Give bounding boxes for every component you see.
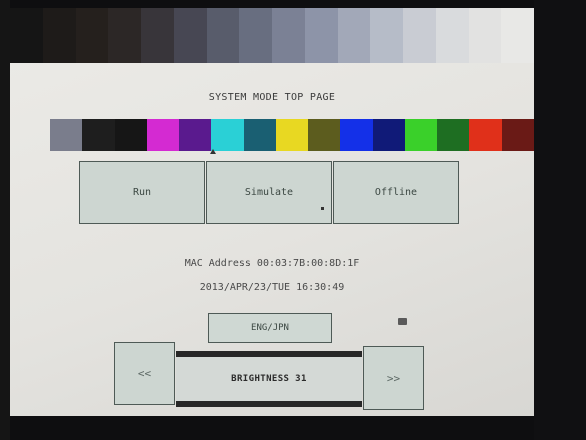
- color-test-bar: [50, 119, 534, 151]
- gray-ramp-cell: [42, 8, 76, 63]
- gray-ramp-cell: [108, 8, 141, 63]
- gray-ramp-cell: [272, 8, 305, 63]
- gray-ramp-cell: [10, 8, 43, 63]
- color-swatch: [308, 119, 341, 151]
- color-swatch: [275, 119, 309, 151]
- gray-ramp-cell: [501, 8, 534, 63]
- brightness-panel: BRIGHTNESS 31: [176, 351, 362, 407]
- color-swatch: [50, 119, 83, 151]
- gray-ramp-test-strip: [10, 8, 534, 63]
- brightness-label: BRIGHTNESS 31: [231, 374, 307, 384]
- color-swatch: [243, 119, 276, 151]
- offline-button[interactable]: Offline: [333, 161, 459, 224]
- gray-ramp-cell: [468, 8, 502, 63]
- gray-ramp-cell: [403, 8, 436, 63]
- brightness-increase-button[interactable]: >>: [363, 346, 424, 410]
- gray-ramp-cell: [370, 8, 403, 63]
- hmi-screen: SYSTEM MODE TOP PAGE Run Simulate Offlin…: [10, 8, 534, 416]
- language-toggle-button[interactable]: ENG/JPN: [208, 313, 332, 343]
- gray-ramp-cell: [239, 8, 272, 63]
- color-swatch: [211, 119, 244, 151]
- gray-ramp-cell: [206, 8, 240, 63]
- monitor-bezel-right: [534, 0, 586, 440]
- gray-ramp-cell: [435, 8, 469, 63]
- mode-button-group: Run Simulate Offline: [79, 161, 460, 224]
- color-swatch: [469, 119, 502, 151]
- color-swatch: [146, 119, 180, 151]
- color-swatch: [404, 119, 438, 151]
- mac-address: MAC Address 00:03:7B:00:8D:1F: [184, 258, 360, 269]
- status-indicator: [398, 318, 407, 325]
- cursor-dot: [321, 207, 324, 210]
- gray-ramp-cell: [304, 8, 338, 63]
- color-swatch: [501, 119, 534, 151]
- color-swatch: [437, 119, 470, 151]
- gray-ramp-cell: [173, 8, 207, 63]
- cursor-marker: [210, 149, 216, 154]
- gray-ramp-cell: [337, 8, 371, 63]
- monitor-bezel-left: [0, 0, 10, 440]
- color-swatch: [340, 119, 373, 151]
- brightness-decrease-button[interactable]: <<: [114, 342, 175, 405]
- page-title: SYSTEM MODE TOP PAGE: [208, 92, 336, 103]
- run-button[interactable]: Run: [79, 161, 205, 224]
- color-swatch: [82, 119, 115, 151]
- simulate-button[interactable]: Simulate: [206, 161, 332, 224]
- color-swatch: [114, 119, 147, 151]
- color-swatch: [372, 119, 405, 151]
- datetime-display: 2013/APR/23/TUE 16:30:49: [199, 282, 345, 293]
- gray-ramp-cell: [141, 8, 174, 63]
- color-swatch: [179, 119, 212, 151]
- gray-ramp-cell: [75, 8, 109, 63]
